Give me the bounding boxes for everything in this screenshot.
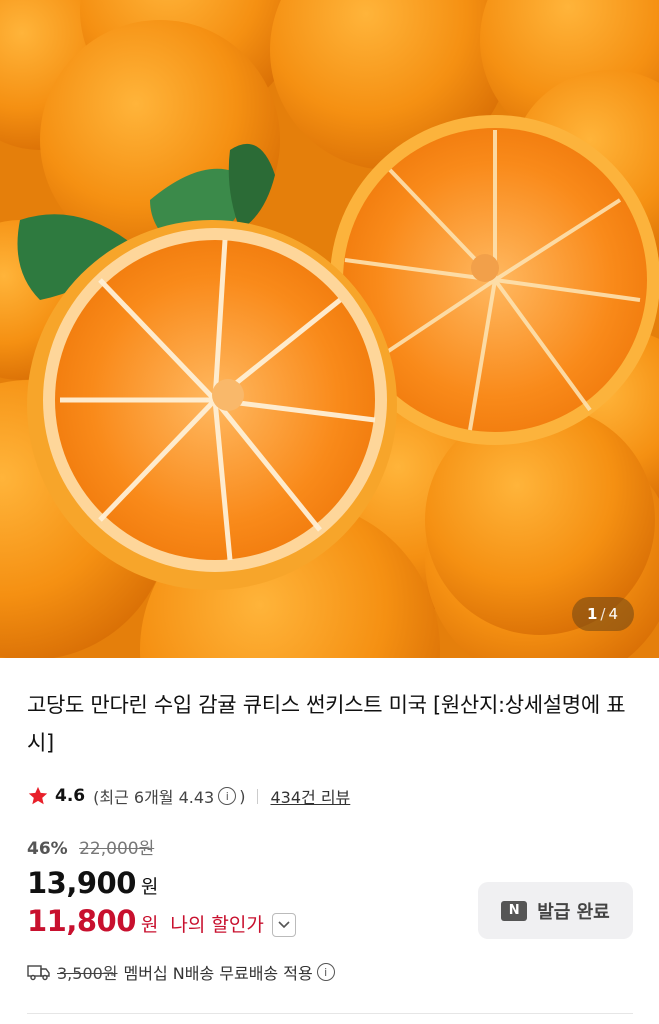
rating-score: 4.6	[55, 786, 86, 806]
rating-row: 4.6 (최근 6개월 4.43 i ) 434건 리뷰	[27, 784, 350, 808]
my-price-label: 나의 할인가	[170, 914, 264, 936]
product-title: 고당도 만다린 수입 감귤 큐티스 썬키스트 미국 [원산지:상세설명에 표시]	[27, 693, 626, 755]
my-price-currency: 원	[140, 914, 159, 936]
my-price-row: 11,800 원 나의 할인가	[27, 904, 296, 938]
shipping-row: 3,500원 멤버십 N배송 무료배송 적용 i	[27, 960, 338, 984]
recent-rating-close: )	[239, 786, 246, 806]
section-divider	[27, 1013, 633, 1014]
image-counter-separator: /	[600, 605, 607, 623]
my-discount-price: 11,800	[27, 904, 136, 938]
image-counter-total: 4	[608, 605, 620, 623]
truck-icon	[27, 965, 50, 981]
star-icon	[28, 786, 48, 805]
product-image	[0, 0, 659, 658]
info-icon[interactable]: i	[218, 787, 237, 805]
discount-percent: 46%	[27, 839, 68, 859]
sale-price: 13,900	[27, 866, 136, 900]
naver-n-icon: N	[501, 900, 528, 921]
discount-row: 46% 22,000원	[27, 834, 154, 859]
shipping-info-icon[interactable]: i	[316, 963, 335, 981]
coupon-issued-button[interactable]: N 발급 완료	[478, 882, 633, 939]
image-counter-current: 1	[586, 605, 599, 623]
shipping-text: 멤버십 N배송 무료배송 적용	[123, 964, 313, 983]
sale-price-row: 13,900 원	[27, 866, 158, 900]
rating-divider	[257, 788, 259, 804]
shipping-original-fee: 3,500원	[57, 964, 118, 983]
sale-price-currency: 원	[140, 876, 159, 898]
original-price: 22,000원	[79, 839, 155, 859]
chevron-down-icon[interactable]	[271, 913, 296, 937]
product-info: 고당도 만다린 수입 감귤 큐티스 썬키스트 미국 [원산지:상세설명에 표시]…	[0, 658, 659, 1024]
product-image-gallery[interactable]: 1 / 4	[0, 0, 659, 658]
image-counter: 1 / 4	[572, 597, 634, 631]
review-count-link[interactable]: 434건 리뷰	[270, 784, 350, 808]
recent-rating: (최근 6개월 4.43	[93, 788, 215, 807]
coupon-status-label: 발급 완료	[537, 901, 610, 923]
